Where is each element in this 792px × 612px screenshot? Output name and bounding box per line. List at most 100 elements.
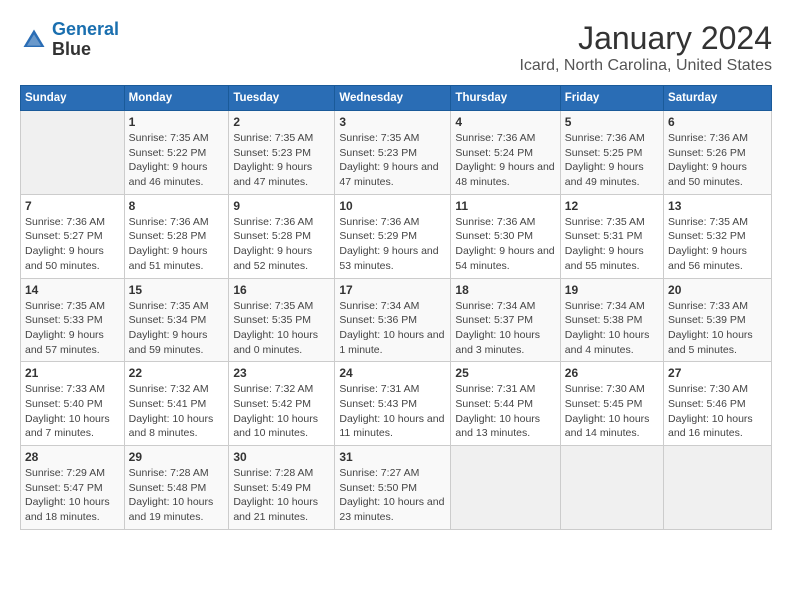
- sunrise-text: Sunrise: 7:30 AM: [565, 382, 659, 397]
- calendar-cell: 28 Sunrise: 7:29 AMSunset: 5:47 PMDayligh…: [21, 446, 125, 530]
- sunset-text: Sunset: 5:38 PM: [565, 313, 659, 328]
- daylight-text: Daylight: 9 hours and 57 minutes.: [25, 328, 120, 357]
- day-info: Sunrise: 7:30 AMSunset: 5:45 PMDaylight:…: [565, 382, 659, 441]
- daylight-text: Daylight: 9 hours and 51 minutes.: [129, 244, 225, 273]
- sunrise-text: Sunrise: 7:34 AM: [455, 299, 555, 314]
- logo-text: General Blue: [52, 20, 119, 60]
- day-number: 28: [25, 450, 120, 464]
- calendar-cell: 15Sunrise: 7:35 AMSunset: 5:34 PMDayligh…: [124, 278, 229, 362]
- calendar-cell: 9Sunrise: 7:36 AMSunset: 5:28 PMDaylight…: [229, 194, 335, 278]
- sunset-text: Sunset: 5:41 PM: [129, 397, 225, 412]
- sunset-text: Sunset: 5:25 PM: [565, 146, 659, 161]
- sunset-text: Sunset: 5:44 PM: [455, 397, 555, 412]
- daylight-text: Daylight: 10 hours and 13 minutes.: [455, 412, 555, 441]
- daylight-text: Daylight: 10 hours and 5 minutes.: [668, 328, 767, 357]
- day-info: Sunrise: 7:35 AMSunset: 5:31 PMDaylight:…: [565, 215, 659, 274]
- calendar-cell: 2Sunrise: 7:35 AMSunset: 5:23 PMDaylight…: [229, 111, 335, 195]
- day-number: 4: [455, 115, 555, 129]
- calendar-cell: 5 Sunrise: 7:36 AMSunset: 5:25 PMDaylight…: [560, 111, 663, 195]
- calendar-cell: 8 Sunrise: 7:36 AMSunset: 5:28 PMDaylight…: [124, 194, 229, 278]
- day-number: 2: [233, 115, 330, 129]
- calendar-week-row: 14Sunrise: 7:35 AMSunset: 5:33 PMDayligh…: [21, 278, 772, 362]
- calendar-cell: 29Sunrise: 7:28 AMSunset: 5:48 PMDayligh…: [124, 446, 229, 530]
- weekday-header: Thursday: [451, 86, 560, 111]
- day-number: 22: [129, 366, 225, 380]
- sunset-text: Sunset: 5:36 PM: [339, 313, 446, 328]
- day-info: Sunrise: 7:36 AMSunset: 5:28 PMDaylight:…: [129, 215, 225, 274]
- weekday-header: Saturday: [664, 86, 772, 111]
- sunset-text: Sunset: 5:29 PM: [339, 229, 446, 244]
- sunset-text: Sunset: 5:22 PM: [129, 146, 225, 161]
- sunrise-text: Sunrise: 7:35 AM: [129, 299, 225, 314]
- calendar-cell: 14Sunrise: 7:35 AMSunset: 5:33 PMDayligh…: [21, 278, 125, 362]
- calendar-cell: [21, 111, 125, 195]
- sunrise-text: Sunrise: 7:34 AM: [339, 299, 446, 314]
- calendar-cell: 12Sunrise: 7:35 AMSunset: 5:31 PMDayligh…: [560, 194, 663, 278]
- day-info: Sunrise: 7:33 AMSunset: 5:40 PMDaylight:…: [25, 382, 120, 441]
- sunset-text: Sunset: 5:27 PM: [25, 229, 120, 244]
- sunrise-text: Sunrise: 7:35 AM: [339, 131, 446, 146]
- daylight-text: Daylight: 9 hours and 59 minutes.: [129, 328, 225, 357]
- sunrise-text: Sunrise: 7:35 AM: [233, 299, 330, 314]
- sunset-text: Sunset: 5:31 PM: [565, 229, 659, 244]
- sunrise-text: Sunrise: 7:30 AM: [668, 382, 767, 397]
- daylight-text: Daylight: 10 hours and 16 minutes.: [668, 412, 767, 441]
- day-info: Sunrise: 7:29 AMSunset: 5:47 PMDaylight:…: [25, 466, 120, 525]
- calendar-cell: 16 Sunrise: 7:35 AMSunset: 5:35 PMDayligh…: [229, 278, 335, 362]
- calendar-cell: [664, 446, 772, 530]
- day-info: Sunrise: 7:34 AMSunset: 5:37 PMDaylight:…: [455, 299, 555, 358]
- daylight-text: Daylight: 10 hours and 1 minute.: [339, 328, 446, 357]
- daylight-text: Daylight: 10 hours and 7 minutes.: [25, 412, 120, 441]
- daylight-text: Daylight: 10 hours and 8 minutes.: [129, 412, 225, 441]
- sunrise-text: Sunrise: 7:35 AM: [565, 215, 659, 230]
- daylight-text: Daylight: 10 hours and 11 minutes.: [339, 412, 446, 441]
- day-info: Sunrise: 7:31 AMSunset: 5:43 PMDaylight:…: [339, 382, 446, 441]
- daylight-text: Daylight: 10 hours and 3 minutes.: [455, 328, 555, 357]
- sunset-text: Sunset: 5:32 PM: [668, 229, 767, 244]
- day-number: 24: [339, 366, 446, 380]
- sunset-text: Sunset: 5:26 PM: [668, 146, 767, 161]
- logo-icon: [20, 26, 48, 54]
- sunset-text: Sunset: 5:46 PM: [668, 397, 767, 412]
- day-number: 23: [233, 366, 330, 380]
- day-number: 20: [668, 283, 767, 297]
- calendar-week-row: 21Sunrise: 7:33 AMSunset: 5:40 PMDayligh…: [21, 362, 772, 446]
- weekday-header: Friday: [560, 86, 663, 111]
- weekday-header: Sunday: [21, 86, 125, 111]
- logo-line1: General: [52, 19, 119, 39]
- sunset-text: Sunset: 5:39 PM: [668, 313, 767, 328]
- weekday-header: Wednesday: [335, 86, 451, 111]
- calendar-cell: 6Sunrise: 7:36 AMSunset: 5:26 PMDaylight…: [664, 111, 772, 195]
- day-number: 26: [565, 366, 659, 380]
- title-block: January 2024 Icard, North Carolina, Unit…: [519, 20, 772, 75]
- daylight-text: Daylight: 9 hours and 55 minutes.: [565, 244, 659, 273]
- calendar-cell: 4Sunrise: 7:36 AMSunset: 5:24 PMDaylight…: [451, 111, 560, 195]
- day-info: Sunrise: 7:34 AMSunset: 5:36 PMDaylight:…: [339, 299, 446, 358]
- day-info: Sunrise: 7:36 AMSunset: 5:25 PMDaylight:…: [565, 131, 659, 190]
- daylight-text: Daylight: 9 hours and 47 minutes.: [233, 160, 330, 189]
- day-number: 14: [25, 283, 120, 297]
- day-number: 11: [455, 199, 555, 213]
- calendar-week-row: 28 Sunrise: 7:29 AMSunset: 5:47 PMDayligh…: [21, 446, 772, 530]
- day-number: 9: [233, 199, 330, 213]
- sunset-text: Sunset: 5:47 PM: [25, 481, 120, 496]
- day-number: 10: [339, 199, 446, 213]
- sunrise-text: Sunrise: 7:27 AM: [339, 466, 446, 481]
- day-info: Sunrise: 7:36 AMSunset: 5:30 PMDaylight:…: [455, 215, 555, 274]
- weekday-header: Tuesday: [229, 86, 335, 111]
- calendar-cell: 26 Sunrise: 7:30 AMSunset: 5:45 PMDayligh…: [560, 362, 663, 446]
- day-number: 17: [339, 283, 446, 297]
- day-number: 8: [129, 199, 225, 213]
- day-number: 16: [233, 283, 330, 297]
- day-info: Sunrise: 7:35 AMSunset: 5:35 PMDaylight:…: [233, 299, 330, 358]
- daylight-text: Daylight: 10 hours and 10 minutes.: [233, 412, 330, 441]
- sunrise-text: Sunrise: 7:32 AM: [233, 382, 330, 397]
- day-info: Sunrise: 7:28 AMSunset: 5:49 PMDaylight:…: [233, 466, 330, 525]
- sunset-text: Sunset: 5:43 PM: [339, 397, 446, 412]
- sunset-text: Sunset: 5:28 PM: [233, 229, 330, 244]
- day-info: Sunrise: 7:35 AMSunset: 5:23 PMDaylight:…: [339, 131, 446, 190]
- day-number: 29: [129, 450, 225, 464]
- sunrise-text: Sunrise: 7:36 AM: [25, 215, 120, 230]
- day-number: 5: [565, 115, 659, 129]
- daylight-text: Daylight: 10 hours and 0 minutes.: [233, 328, 330, 357]
